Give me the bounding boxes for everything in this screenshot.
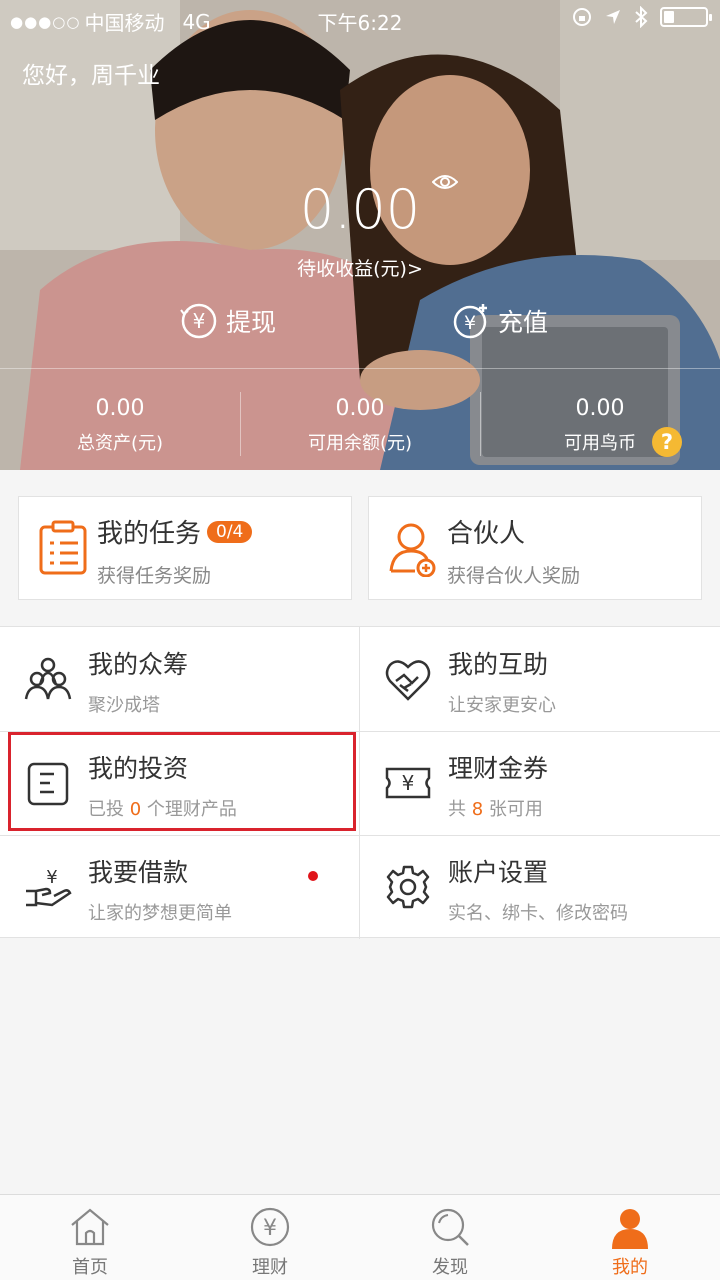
pending-earnings-link[interactable]: 待收收益(元)>	[0, 254, 720, 281]
coupons-title: 理财金券	[448, 754, 549, 783]
loan-title: 我要借款	[88, 858, 189, 887]
withdraw-button[interactable]: ¥ 提现	[180, 302, 276, 340]
location-icon	[606, 10, 620, 24]
partner-subtitle: 获得合伙人奖励	[447, 565, 581, 587]
mutual-aid-item[interactable]: 我的互助 让安家更安心	[360, 627, 720, 731]
coupons-item[interactable]: ¥ 理财金券 共 8 张可用	[360, 731, 720, 835]
partner-icon	[389, 523, 436, 577]
account-header: ●●●○○ 中国移动 4G 下午6:22 您好，周千业 0.00 待收收益(元)…	[0, 0, 720, 470]
available-balance[interactable]: 0.00 可用余额(元)	[240, 396, 480, 455]
account-settings-title: 账户设置	[448, 858, 549, 887]
coupons-prefix: 共	[448, 799, 466, 820]
my-tasks-card[interactable]: 我的任务 0/4 获得任务奖励	[18, 496, 352, 600]
coupons-subtitle: 共 8 张可用	[448, 795, 543, 821]
recharge-button[interactable]: ¥ 充值	[452, 302, 548, 340]
yen-circle-icon: ¥	[250, 1207, 290, 1247]
clipboard-list-icon	[39, 520, 87, 575]
total-assets-value: 0.00	[95, 396, 145, 421]
tab-discover[interactable]: 发现	[360, 1205, 540, 1279]
greeting: 您好，周千业	[22, 63, 160, 89]
partner-card[interactable]: 合伙人 获得合伙人奖励	[368, 496, 702, 600]
withdraw-label: 提现	[226, 308, 277, 337]
svg-text:¥: ¥	[464, 312, 476, 334]
loan-item[interactable]: ¥ 我要借款 让家的梦想更简单	[0, 835, 360, 939]
svg-text:¥: ¥	[46, 867, 57, 888]
help-icon[interactable]: ?	[652, 427, 682, 457]
hero-divider	[0, 368, 720, 369]
mutual-aid-subtitle: 让安家更安心	[448, 695, 556, 716]
bluetooth-icon	[635, 6, 648, 28]
crowdfunding-subtitle: 聚沙成塔	[88, 695, 160, 716]
recharge-icon: ¥	[453, 304, 487, 339]
person-icon	[612, 1209, 648, 1249]
my-tasks-title: 我的任务	[97, 519, 202, 549]
pending-earnings-amount: 0.00	[299, 178, 421, 241]
available-balance-value: 0.00	[335, 396, 385, 421]
bird-coins-label: 可用鸟币	[564, 433, 636, 454]
tab-finance-label: 理财	[252, 1257, 288, 1278]
svg-text:¥: ¥	[402, 771, 415, 795]
svg-text:¥: ¥	[263, 1216, 277, 1241]
available-balance-label: 可用余额(元)	[307, 433, 413, 454]
partner-title: 合伙人	[447, 519, 526, 549]
recharge-label: 充值	[498, 308, 549, 337]
account-settings-subtitle: 实名、绑卡、修改密码	[448, 903, 628, 924]
group-icon	[24, 657, 72, 700]
tab-home[interactable]: 首页	[0, 1205, 180, 1279]
status-icons	[572, 6, 712, 28]
bird-coins-value: 0.00	[575, 396, 625, 421]
my-tasks-title-row: 我的任务 0/4	[97, 513, 253, 550]
mutual-aid-title: 我的互助	[448, 650, 549, 679]
home-icon	[71, 1208, 109, 1246]
tab-bar: 首页 ¥ 理财 发现 我的	[0, 1194, 720, 1280]
search-icon	[431, 1208, 469, 1246]
my-tasks-subtitle: 获得任务奖励	[97, 565, 212, 587]
total-assets[interactable]: 0.00 总资产(元)	[0, 396, 240, 455]
handshake-heart-icon	[385, 660, 431, 701]
orientation-lock-icon	[573, 8, 591, 26]
withdraw-icon: ¥	[180, 303, 217, 339]
status-bar: ●●●○○ 中国移动 4G 下午6:22	[0, 0, 720, 38]
tab-finance[interactable]: ¥ 理财	[180, 1205, 360, 1279]
tab-mine-label: 我的	[612, 1257, 648, 1278]
account-settings-item[interactable]: 账户设置 实名、绑卡、修改密码	[360, 835, 720, 939]
coupons-count: 8	[471, 799, 484, 820]
tab-discover-label: 发现	[432, 1257, 468, 1278]
crowdfunding-title: 我的众筹	[88, 650, 189, 679]
crowdfunding-item[interactable]: 我的众筹 聚沙成塔	[0, 627, 360, 731]
partner-title-row: 合伙人	[447, 513, 525, 550]
hand-yen-icon: ¥	[26, 867, 72, 907]
coupon-ticket-icon: ¥	[385, 767, 431, 799]
tab-home-label: 首页	[72, 1257, 108, 1278]
loan-subtitle: 让家的梦想更简单	[88, 903, 232, 924]
investment-highlight-box	[8, 732, 356, 831]
task-progress-badge: 0/4	[207, 520, 253, 543]
notification-dot	[308, 871, 318, 881]
tab-mine[interactable]: 我的	[540, 1205, 720, 1279]
bird-coins[interactable]: 0.00 可用鸟币	[480, 396, 720, 455]
gear-icon	[386, 865, 430, 909]
total-assets-label: 总资产(元)	[76, 433, 164, 454]
coupons-suffix: 张可用	[488, 799, 543, 820]
battery-icon	[660, 7, 712, 27]
svg-text:¥: ¥	[193, 309, 206, 333]
